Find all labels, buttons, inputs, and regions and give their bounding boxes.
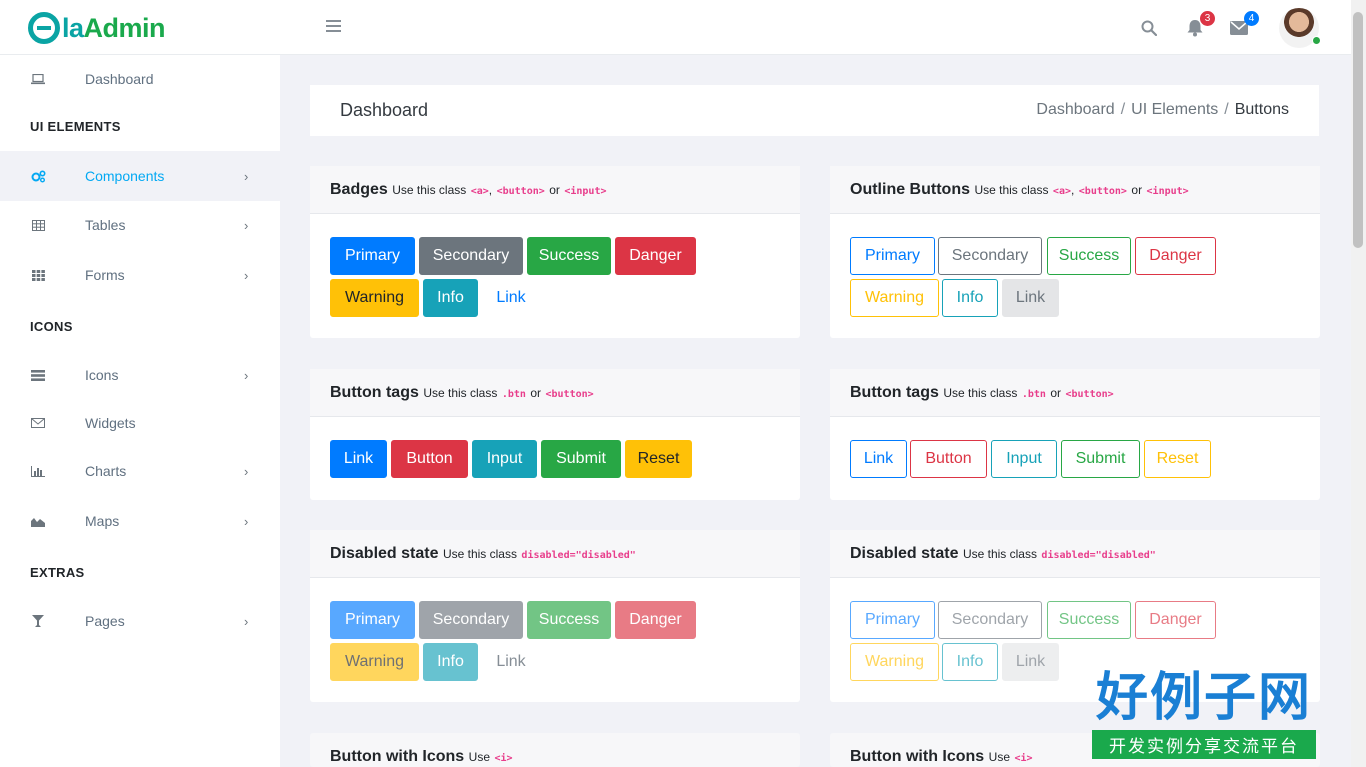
brand-name: laAdmin [62, 12, 166, 43]
card-header: Button with Icons Use <i> [310, 733, 800, 767]
primary-button[interactable]: Primary [330, 237, 415, 275]
disabled-link-button: Link [496, 653, 526, 670]
logo-e-icon [28, 12, 60, 44]
success-button[interactable]: Success [527, 237, 611, 275]
online-status-dot [1312, 36, 1321, 45]
chevron-right-icon: › [244, 267, 249, 283]
card-header: Button tags Use this class .btn or <butt… [310, 369, 800, 417]
sidebar-item-widgets[interactable]: Widgets [0, 399, 280, 447]
danger-button[interactable]: Danger [615, 237, 696, 275]
sidebar-item-dashboard[interactable]: Dashboard [0, 55, 280, 103]
outline-tag-reset-button[interactable]: Reset [1144, 440, 1211, 478]
envelope-icon [30, 416, 46, 430]
tag-link-button[interactable]: Link [330, 440, 387, 478]
outline-warning-button[interactable]: Warning [850, 279, 939, 317]
disabled-outline-success-button: Success [1047, 601, 1131, 639]
breadcrumb-ui-elements[interactable]: UI Elements [1131, 101, 1218, 119]
chevron-right-icon: › [244, 168, 249, 184]
link-button[interactable]: Link [482, 279, 540, 317]
card-button-tags-outline: Button tags Use this class .btn or <butt… [830, 369, 1320, 500]
disabled-info-button: Info [423, 643, 478, 681]
card-header: Disabled state Use this class disabled="… [310, 530, 800, 578]
disabled-primary-button: Primary [330, 601, 415, 639]
disabled-success-button: Success [527, 601, 611, 639]
chevron-right-icon: › [244, 217, 249, 233]
disabled-outline-link-button: Link [1002, 643, 1059, 681]
cogs-icon [30, 169, 46, 183]
outline-tag-link-button[interactable]: Link [850, 440, 907, 478]
breadcrumb-dashboard[interactable]: Dashboard [1036, 101, 1114, 119]
section-ui-elements: UI ELEMENTS [30, 119, 121, 134]
disabled-outline-warning-button: Warning [850, 643, 939, 681]
outline-tag-button-button[interactable]: Button [910, 440, 987, 478]
disabled-outline-secondary-button: Secondary [938, 601, 1042, 639]
sidebar-item-components[interactable]: Components › [0, 151, 280, 201]
disabled-outline-danger-button: Danger [1135, 601, 1216, 639]
card-header: Outline Buttons Use this class <a>, <but… [830, 166, 1320, 214]
section-extras: EXTRAS [30, 565, 85, 580]
outline-primary-button[interactable]: Primary [850, 237, 935, 275]
info-button[interactable]: Info [423, 279, 478, 317]
section-icons: ICONS [30, 319, 73, 334]
watermark-logo: 好例子网 开发实例分享交流平台 [1092, 668, 1316, 759]
page-title: Dashboard [340, 100, 429, 120]
sidebar-item-maps[interactable]: Maps › [0, 497, 280, 545]
bar-chart-icon [30, 464, 46, 478]
outline-danger-button[interactable]: Danger [1135, 237, 1216, 275]
top-header: laAdmin 3 4 [0, 0, 1366, 55]
area-chart-icon [30, 514, 46, 528]
sidebar-item-pages[interactable]: Pages › [0, 597, 280, 645]
th-icon [30, 268, 46, 282]
outline-secondary-button[interactable]: Secondary [938, 237, 1042, 275]
card-badges: Badges Use this class <a>, <button> or <… [310, 166, 800, 338]
disabled-warning-button: Warning [330, 643, 419, 681]
chevron-right-icon: › [244, 463, 249, 479]
outline-info-button[interactable]: Info [942, 279, 998, 317]
disabled-danger-button: Danger [615, 601, 696, 639]
laptop-icon [30, 72, 46, 86]
breadcrumb-bar: Dashboard Dashboard / UI Elements / Butt… [310, 85, 1319, 136]
sidebar-item-charts[interactable]: Charts › [0, 447, 280, 495]
outline-tag-input-button[interactable]: Input [991, 440, 1057, 478]
sidebar-item-forms[interactable]: Forms › [0, 251, 280, 299]
search-icon[interactable] [1141, 20, 1157, 36]
card-button-with-icons: Button with Icons Use <i> [310, 733, 800, 767]
warning-button[interactable]: Warning [330, 279, 419, 317]
tag-reset-button[interactable]: Reset [625, 440, 692, 478]
menu-toggle-icon[interactable] [326, 20, 341, 33]
glass-icon [30, 614, 46, 628]
chevron-right-icon: › [244, 513, 249, 529]
card-disabled-state: Disabled state Use this class disabled="… [310, 530, 800, 702]
disabled-outline-primary-button: Primary [850, 601, 935, 639]
sidebar-item-icons[interactable]: Icons › [0, 351, 280, 399]
card-button-tags: Button tags Use this class .btn or <butt… [310, 369, 800, 500]
sidebar: Dashboard UI ELEMENTS Components › Table… [0, 55, 280, 767]
secondary-button[interactable]: Secondary [419, 237, 523, 275]
chevron-right-icon: › [244, 613, 249, 629]
outline-tag-submit-button[interactable]: Submit [1061, 440, 1140, 478]
chevron-right-icon: › [244, 367, 249, 383]
breadcrumb-buttons: Buttons [1234, 101, 1289, 118]
tasks-icon [30, 368, 46, 382]
notifications-badge: 3 [1200, 11, 1215, 26]
brand-logo[interactable]: laAdmin [28, 8, 188, 48]
disabled-outline-info-button: Info [942, 643, 998, 681]
breadcrumb: Dashboard / UI Elements / Buttons [1036, 101, 1289, 119]
table-icon [30, 218, 46, 232]
disabled-secondary-button: Secondary [419, 601, 523, 639]
card-header: Disabled state Use this class disabled="… [830, 530, 1320, 578]
scrollbar-thumb[interactable] [1353, 12, 1363, 248]
outline-success-button[interactable]: Success [1047, 237, 1131, 275]
messages-badge: 4 [1244, 11, 1259, 26]
tag-button-button[interactable]: Button [391, 440, 468, 478]
card-header: Button tags Use this class .btn or <butt… [830, 369, 1320, 417]
sidebar-item-tables[interactable]: Tables › [0, 201, 280, 249]
tag-submit-button[interactable]: Submit [541, 440, 621, 478]
outline-link-button[interactable]: Link [1002, 279, 1059, 317]
card-outline-buttons: Outline Buttons Use this class <a>, <but… [830, 166, 1320, 338]
card-header: Badges Use this class <a>, <button> or <… [310, 166, 800, 214]
tag-input-button[interactable]: Input [472, 440, 537, 478]
